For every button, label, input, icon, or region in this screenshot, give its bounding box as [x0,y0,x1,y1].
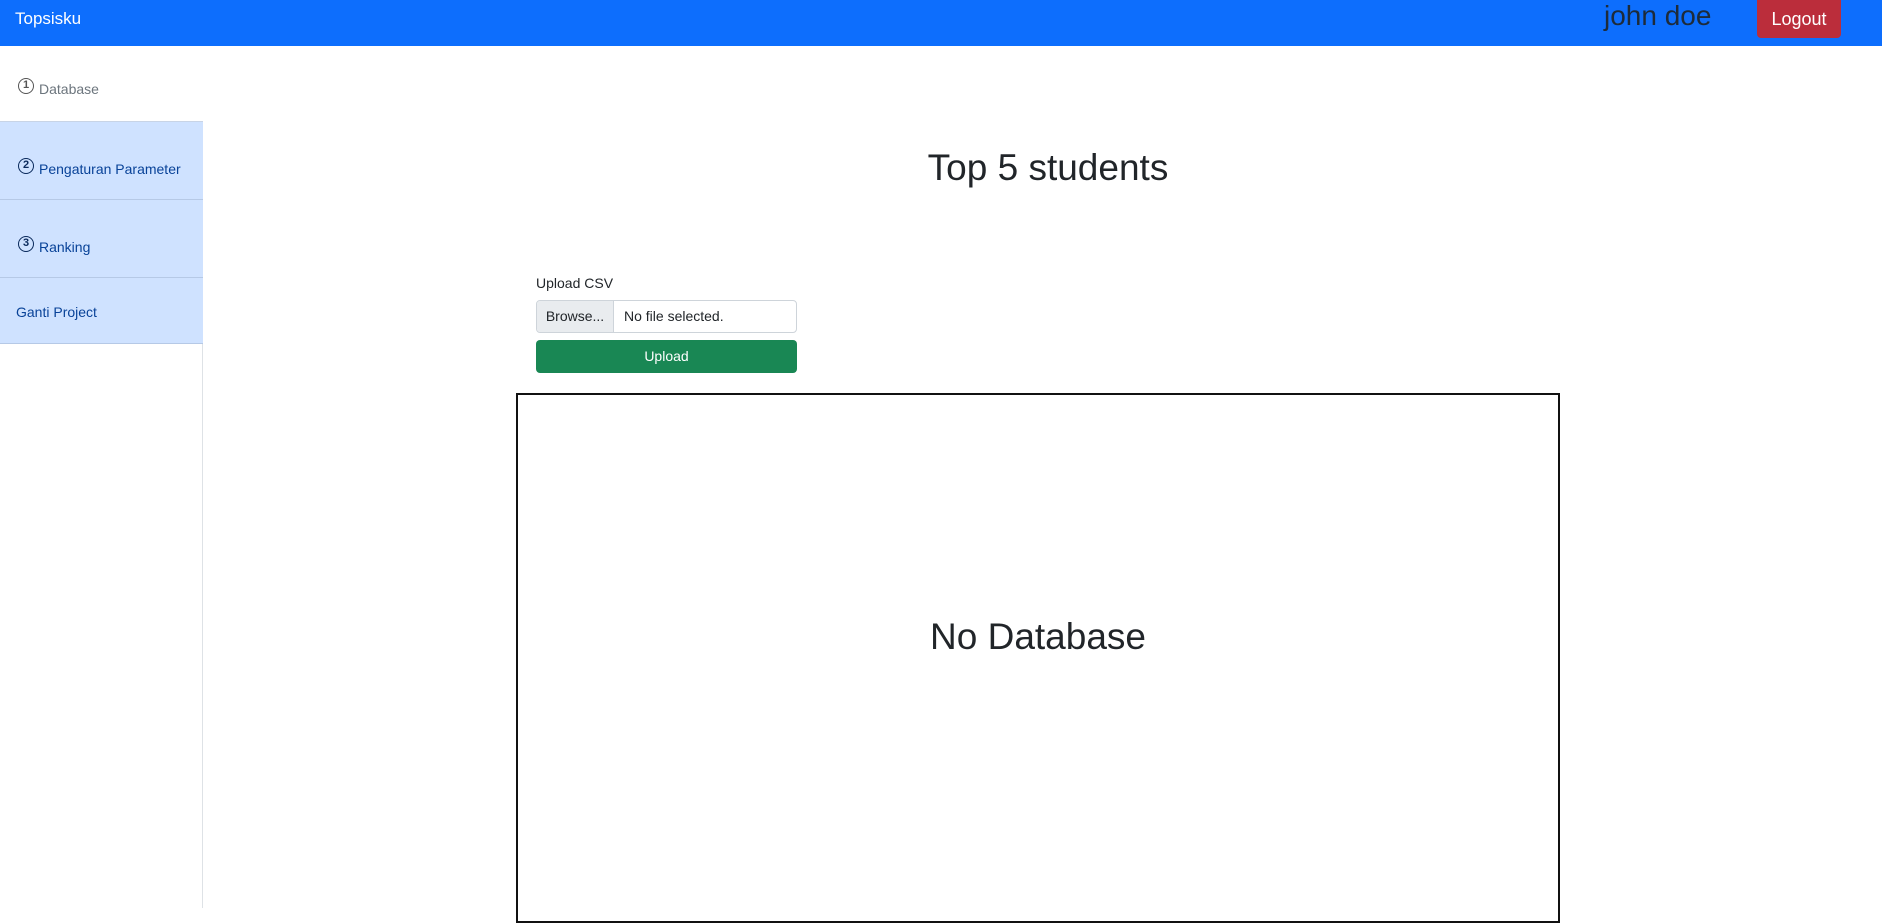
sidebar-item-label: Ranking [39,239,91,255]
brand-link[interactable]: Topsisku [15,9,81,29]
sidebar-item-label: Pengaturan Parameter [39,161,181,177]
sidebar-item-ranking[interactable]: 3 Ranking [0,200,203,278]
sidebar-item-pengaturan-parameter[interactable]: 2 Pengaturan Parameter [0,122,203,200]
sidebar-item-label: Database [39,81,99,97]
no-database-message: No Database [930,616,1146,657]
database-panel: No Database [516,393,1560,923]
browse-button[interactable]: Browse... [537,301,614,332]
top-navbar: Topsisku john doe Logout [0,0,1882,46]
sidebar-item-database[interactable]: 1 Database [0,46,203,122]
upload-button[interactable]: Upload [536,340,797,373]
upload-csv-label: Upload CSV [536,275,614,291]
file-status-text: No file selected. [624,308,724,324]
sidebar: 1 Database 2 Pengaturan Parameter 3 Rank… [0,46,203,908]
sidebar-item-ganti-project[interactable]: Ganti Project [0,278,203,344]
circled-number-one-icon: 1 [18,78,34,94]
sidebar-item-label: Ganti Project [16,304,97,320]
csv-file-input[interactable]: Browse... No file selected. [536,300,797,333]
circled-number-two-icon: 2 [18,158,34,174]
logout-button[interactable]: Logout [1757,0,1841,38]
user-name: john doe [1604,0,1712,31]
circled-number-three-icon: 3 [18,236,34,252]
page-title: Top 5 students [927,147,1169,188]
